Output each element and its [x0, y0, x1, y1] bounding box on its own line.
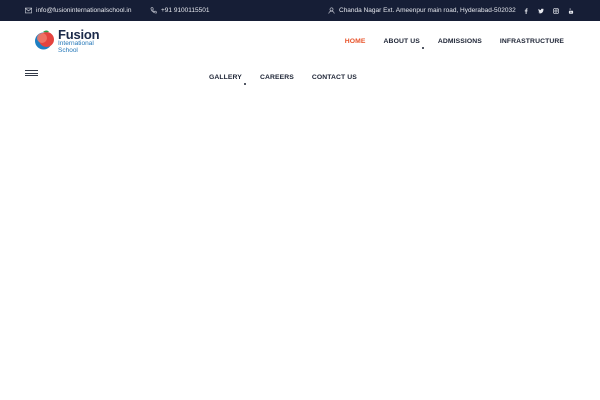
twitter-icon[interactable] — [538, 8, 544, 14]
dropdown-dot-icon — [243, 83, 246, 85]
top-info-bar: info@fusioninternationalschool.in +91 91… — [0, 0, 600, 21]
nav-admissions[interactable]: ADMISSIONS — [438, 38, 482, 45]
nav-contact[interactable]: CONTACT US — [312, 74, 357, 81]
nav-about[interactable]: ABOUT US — [383, 38, 424, 49]
nav-about-label: ABOUT US — [383, 38, 420, 45]
school-logo[interactable]: Fusion International School — [34, 28, 100, 55]
nav-home[interactable]: HOME — [345, 38, 366, 45]
hamburger-menu-icon[interactable] — [25, 70, 38, 76]
logo-subtitle-line2: School — [58, 46, 78, 54]
logo-mark-icon — [35, 30, 54, 50]
main-nav-row-2: GALLERY CAREERS CONTACT US — [209, 74, 357, 85]
instagram-icon[interactable] — [553, 7, 559, 14]
phone-text: +91 9100115501 — [161, 7, 210, 14]
nav-gallery-label: GALLERY — [209, 74, 242, 81]
location-user-icon — [328, 7, 335, 14]
nav-gallery[interactable]: GALLERY — [209, 74, 246, 85]
main-nav: HOME ABOUT US ADMISSIONS INFRASTRUCTURE — [345, 38, 564, 49]
email-text: info@fusioninternationalschool.in — [36, 7, 132, 14]
envelope-icon — [25, 7, 32, 14]
phone-link[interactable]: +91 9100115501 — [150, 0, 210, 21]
dropdown-dot-icon — [421, 47, 424, 49]
email-link[interactable]: info@fusioninternationalschool.in — [25, 0, 132, 21]
social-links — [523, 0, 574, 21]
youtube-icon[interactable] — [568, 7, 574, 14]
nav-careers[interactable]: CAREERS — [260, 74, 294, 81]
phone-icon — [150, 7, 157, 14]
address-text: Chanda Nagar Ext. Ameenpur main road, Hy… — [339, 7, 516, 14]
nav-infrastructure[interactable]: INFRASTRUCTURE — [500, 38, 564, 45]
address-info: Chanda Nagar Ext. Ameenpur main road, Hy… — [328, 0, 516, 21]
site-header: Fusion International School HOME ABOUT U… — [0, 21, 600, 101]
facebook-icon[interactable] — [523, 7, 529, 14]
